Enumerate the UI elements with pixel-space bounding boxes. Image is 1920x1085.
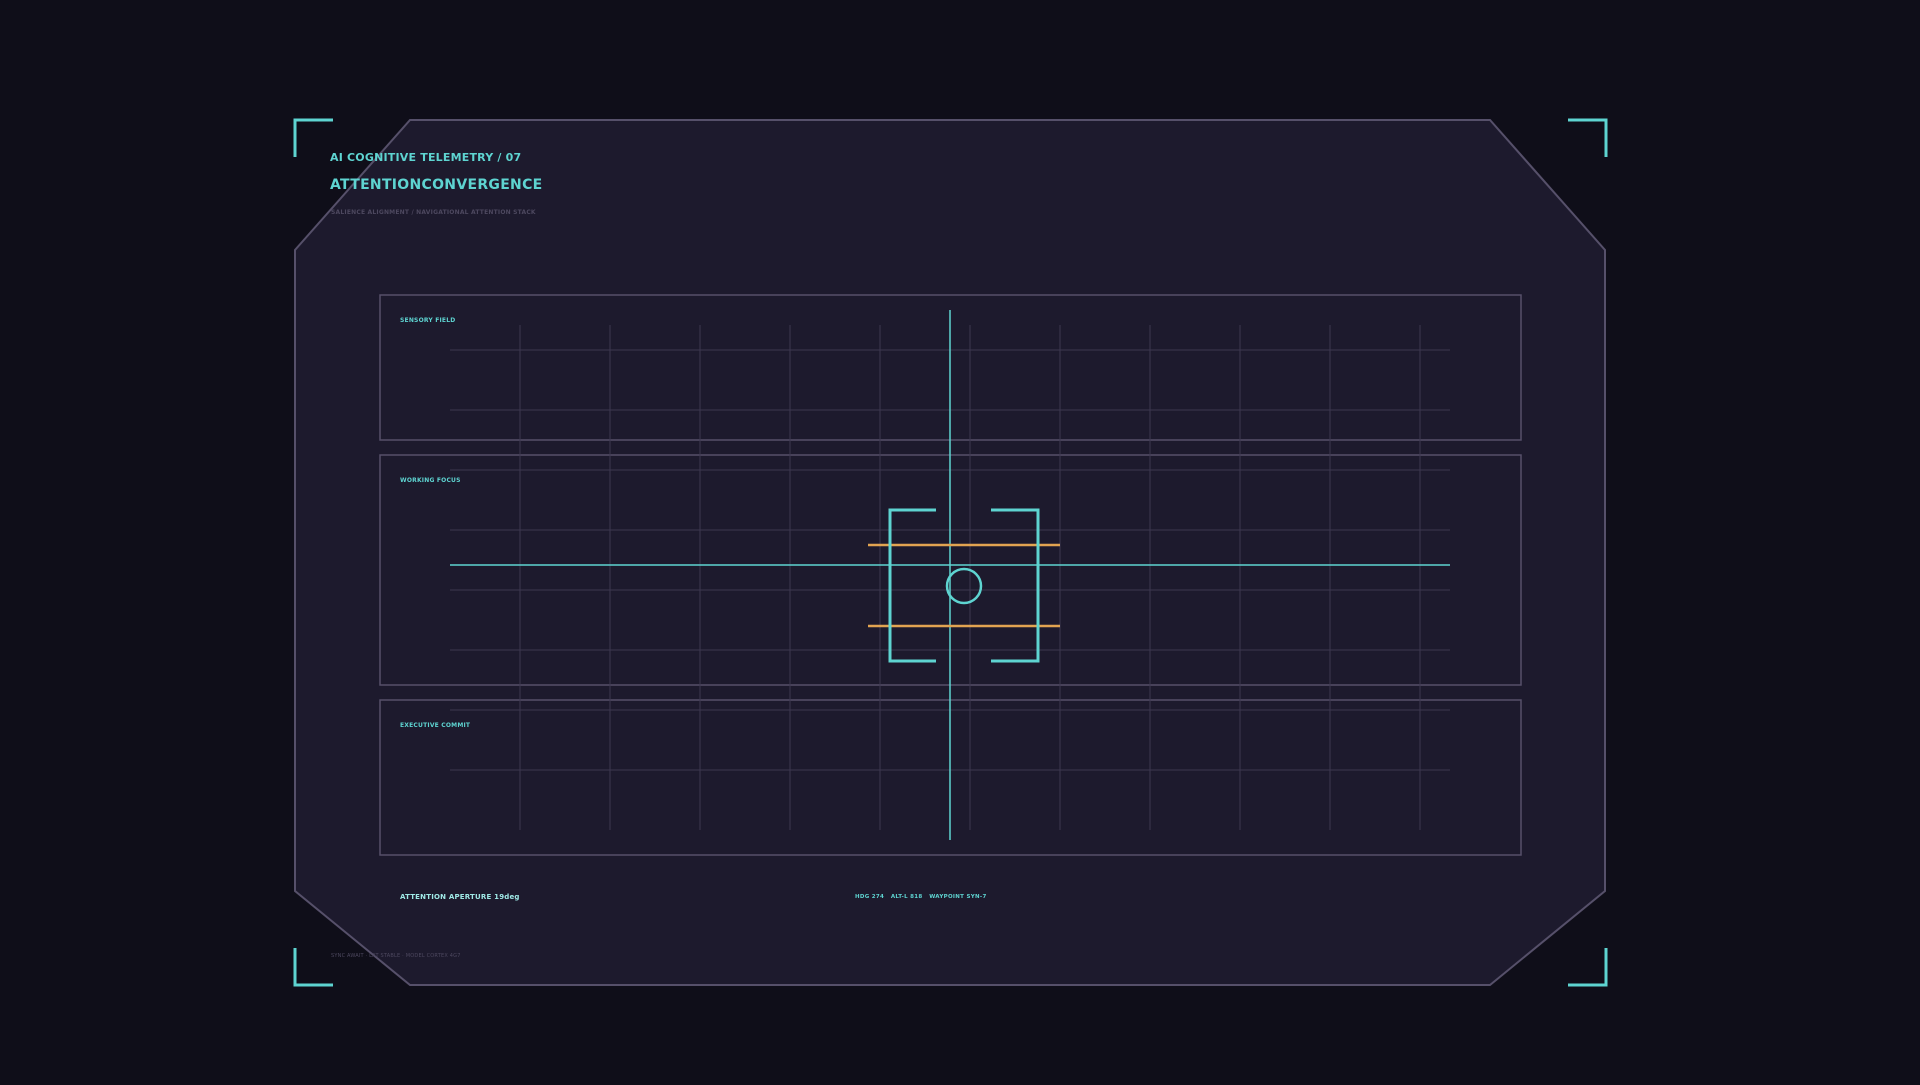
hud-canvas	[293, 118, 1608, 987]
lane-label-sensory-field: SENSORY FIELD	[400, 317, 456, 324]
altitude-readout: ALT-L 818	[890, 894, 923, 900]
lane-label-executive-commit: EXECUTIVE COMMIT	[400, 722, 471, 729]
page-title: ATTENTIONCONVERGENCE	[330, 177, 543, 193]
hud-stage: AI COGNITIVE TELEMETRY / 07 ATTENTIONCON…	[0, 0, 1920, 1080]
page-subtitle: SALIENCE ALIGNMENT / NAVIGATIONAL ATTENT…	[331, 209, 536, 216]
attention-aperture-readout: ATTENTION APERTURE 19deg	[400, 893, 520, 901]
corner-bracket-bottom-right-icon	[1568, 948, 1608, 987]
footer-status-note: SYNC AWAIT · LAT STABLE · MODEL CORTEX 4…	[331, 953, 461, 959]
waypoint-readout: WAYPOINT SYN-7	[929, 894, 987, 900]
corner-bracket-top-left-icon	[293, 118, 333, 157]
corner-bracket-bottom-left-icon	[293, 948, 333, 987]
nav-telemetry-readout: HDG 274 ALT-L 818 WAYPOINT SYN-7	[855, 894, 987, 900]
heading-readout: HDG 274	[855, 894, 885, 900]
telemetry-kicker: AI COGNITIVE TELEMETRY / 07	[330, 151, 522, 164]
lane-label-working-focus: WORKING FOCUS	[400, 477, 461, 484]
corner-bracket-top-right-icon	[1568, 118, 1608, 157]
